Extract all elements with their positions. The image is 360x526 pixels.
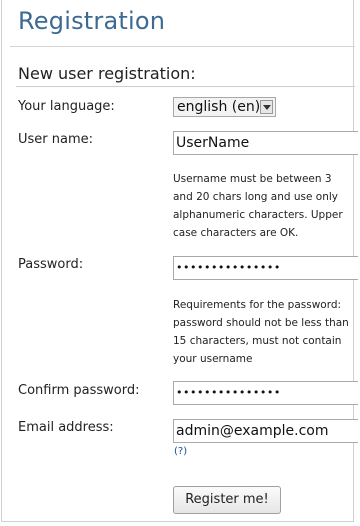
username-hint: Username must be between 3 and 20 chars … [173,173,343,239]
section-divider [16,86,355,87]
email-label: Email address: [18,420,114,435]
section-heading: New user registration: [18,64,196,83]
password-label: Password: [18,257,84,272]
confirm-password-input[interactable]: ••••••••••••••• [173,381,358,405]
password-input[interactable]: ••••••••••••••• [173,256,358,280]
language-label: Your language: [18,99,115,114]
username-label: User name: [18,132,94,147]
chevron-down-icon[interactable] [260,100,273,114]
email-help-link[interactable]: (?) [174,446,187,457]
page-title: Registration [18,7,166,35]
language-select[interactable]: english (en) [173,97,276,117]
language-select-value: english (en) [177,99,261,115]
email-input[interactable]: admin@example.com [173,419,358,443]
username-input[interactable]: UserName [173,131,358,155]
confirm-password-label: Confirm password: [18,383,140,398]
title-divider [10,46,355,47]
password-hint: Requirements for the password: password … [173,299,349,365]
registration-panel: Registration New user registration: Your… [1,0,358,522]
register-button[interactable]: Register me! [173,486,281,514]
